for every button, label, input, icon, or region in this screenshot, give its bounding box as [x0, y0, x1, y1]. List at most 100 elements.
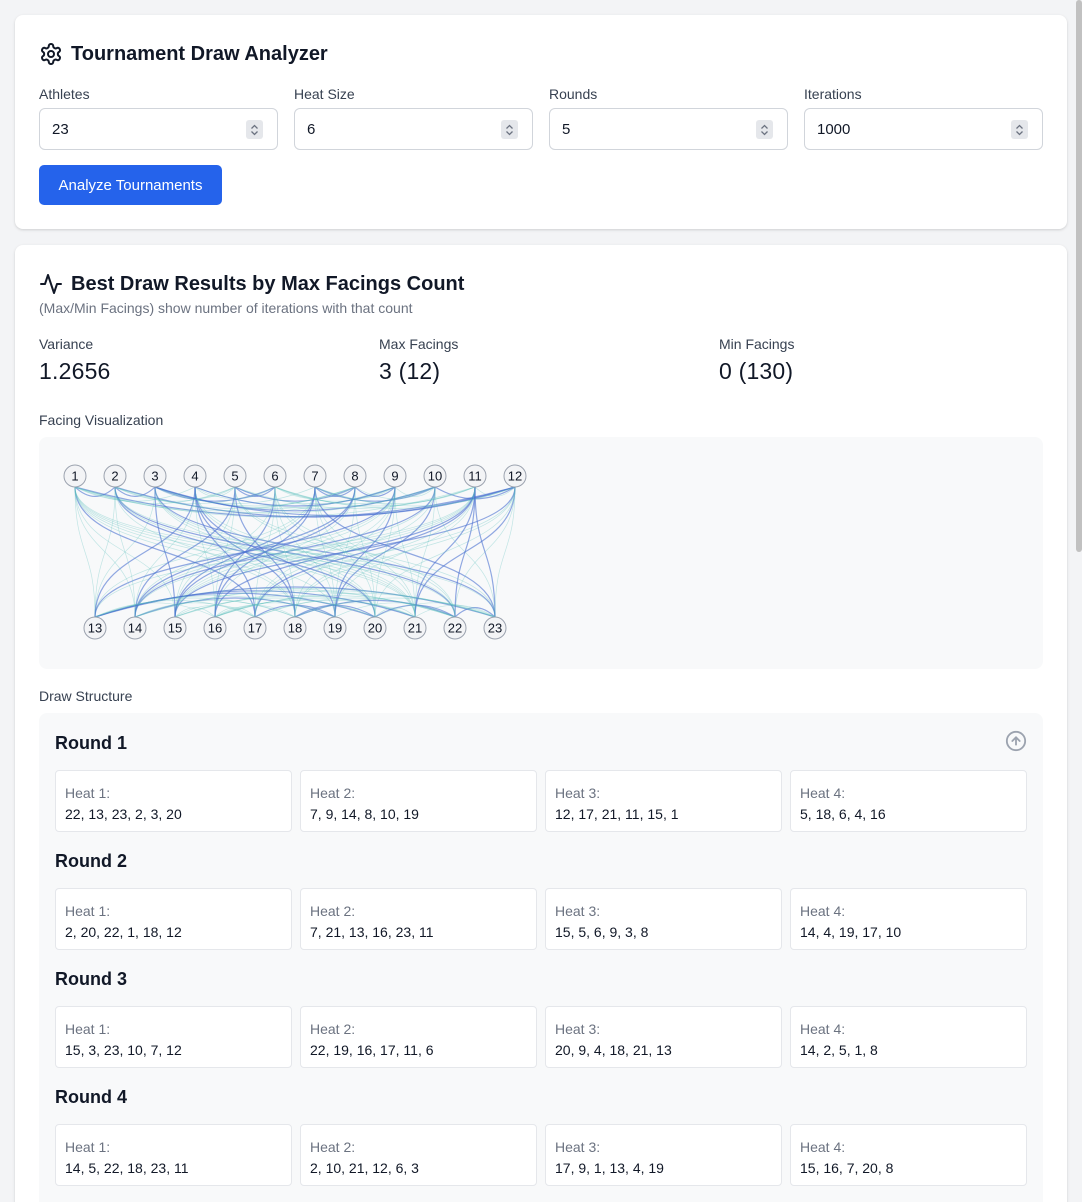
config-card: Tournament Draw Analyzer Athletes Heat S… — [15, 15, 1067, 229]
heat-name: Heat 1: — [65, 785, 111, 801]
athlete-node: 19 — [323, 616, 347, 640]
athletes-label: Athletes — [39, 86, 90, 102]
athlete-node-label: 2 — [111, 469, 118, 484]
athlete-node-label: 13 — [88, 621, 102, 636]
heats-row: Heat 1: 15, 3, 23, 10, 7, 12 Heat 2: 22, 1… — [55, 1006, 1027, 1068]
athlete-node: 5 — [223, 464, 247, 488]
heats-row: Heat 1: 2, 20, 22, 1, 18, 12 Heat 2: 7, 21… — [55, 888, 1027, 950]
athlete-node: 3 — [143, 464, 167, 488]
heat-card: Heat 2: 7, 9, 14, 8, 10, 19 — [300, 770, 537, 832]
athlete-node: 8 — [343, 464, 367, 488]
variance-value: 1.2656 — [39, 358, 111, 384]
heat-athletes: 7, 9, 14, 8, 10, 19 — [310, 806, 419, 822]
athlete-node: 16 — [203, 616, 227, 640]
athlete-node-label: 16 — [208, 621, 222, 636]
heat-size-input[interactable] — [295, 109, 532, 149]
heat-name: Heat 1: — [65, 903, 111, 919]
page-scrollbar[interactable] — [1076, 0, 1082, 552]
heat-athletes: 14, 4, 19, 17, 10 — [800, 924, 902, 940]
heat-athletes: 2, 10, 21, 12, 6, 3 — [310, 1160, 419, 1176]
max-facings-stat: Max Facings 3 (12) — [379, 336, 458, 385]
heat-name: Heat 4: — [800, 1139, 846, 1155]
config-title: Tournament Draw Analyzer — [39, 42, 328, 66]
stepper-arrows-icon — [1016, 124, 1023, 135]
athlete-node: 20 — [363, 616, 387, 640]
heat-name: Heat 1: — [65, 1021, 111, 1037]
heat-card: Heat 3: 12, 17, 21, 11, 15, 1 — [545, 770, 782, 832]
rounds-stepper[interactable] — [756, 120, 773, 139]
round-1: Round 1 Heat 1: 22, 13, 23, 2, 3, 20 Heat… — [55, 733, 1027, 832]
heat-athletes: 22, 19, 16, 17, 11, 6 — [310, 1042, 434, 1058]
athlete-node-label: 4 — [191, 469, 198, 484]
heat-athletes: 2, 20, 22, 1, 18, 12 — [65, 924, 182, 940]
heat-size-stepper[interactable] — [501, 120, 518, 139]
heat-name: Heat 4: — [800, 1021, 846, 1037]
iterations-label: Iterations — [804, 86, 862, 102]
heat-athletes: 22, 13, 23, 2, 3, 20 — [65, 806, 182, 822]
heat-card: Heat 4: 14, 2, 5, 1, 8 — [790, 1006, 1027, 1068]
athlete-node-label: 3 — [151, 469, 158, 484]
athlete-node: 17 — [243, 616, 267, 640]
heat-name: Heat 3: — [555, 1021, 601, 1037]
heat-name: Heat 4: — [800, 785, 846, 801]
athlete-node-label: 19 — [328, 621, 342, 636]
facing-graph: 1 2 3 4 5 6 7 8 9 10 11 1213 14 15 16 17 18 19 20 21 22 23 — [63, 464, 527, 640]
athlete-node: 9 — [383, 464, 407, 488]
athlete-node-label: 22 — [448, 621, 462, 636]
athlete-node: 7 — [303, 464, 327, 488]
variance-stat: Variance 1.2656 — [39, 336, 111, 385]
round-title: Round 1 — [55, 733, 127, 753]
iterations-field: Iterations — [804, 86, 1043, 150]
round-2: Round 2 Heat 1: 2, 20, 22, 1, 18, 12 Heat… — [55, 851, 1027, 950]
max-facings-value: 3 (12) — [379, 358, 441, 384]
heat-card: Heat 1: 2, 20, 22, 1, 18, 12 — [55, 888, 292, 950]
athlete-node-label: 12 — [508, 469, 522, 484]
athletes-input[interactable] — [40, 109, 277, 149]
heat-athletes: 17, 9, 1, 13, 4, 19 — [555, 1160, 664, 1176]
heat-name: Heat 3: — [555, 903, 601, 919]
athlete-node-label: 11 — [468, 469, 482, 484]
iterations-input[interactable] — [805, 109, 1042, 149]
heat-size-input-box — [294, 108, 533, 150]
athlete-node-label: 10 — [428, 469, 442, 484]
heat-athletes: 14, 2, 5, 1, 8 — [800, 1042, 878, 1058]
round-title: Round 4 — [55, 1087, 127, 1107]
athletes-input-box — [39, 108, 278, 150]
athletes-field: Athletes — [39, 86, 278, 150]
iterations-stepper[interactable] — [1011, 120, 1028, 139]
round-title: Round 3 — [55, 969, 127, 989]
stepper-arrows-icon — [506, 124, 513, 135]
heat-athletes: 20, 9, 4, 18, 21, 13 — [555, 1042, 672, 1058]
rounds-input[interactable] — [550, 109, 787, 149]
heat-name: Heat 2: — [310, 1021, 356, 1037]
heat-card: Heat 2: 7, 21, 13, 16, 23, 11 — [300, 888, 537, 950]
rounds-field: Rounds — [549, 86, 788, 150]
athlete-node: 4 — [183, 464, 207, 488]
round-3: Round 3 Heat 1: 15, 3, 23, 10, 7, 12 Heat… — [55, 969, 1027, 1068]
athlete-node: 23 — [483, 616, 507, 640]
heat-card: Heat 4: 15, 16, 7, 20, 8 — [790, 1124, 1027, 1186]
min-facings-value: 0 (130) — [719, 358, 794, 384]
athlete-node-label: 8 — [351, 469, 358, 484]
heat-athletes: 12, 17, 21, 11, 15, 1 — [555, 806, 679, 822]
heat-name: Heat 2: — [310, 903, 356, 919]
athlete-node-label: 21 — [408, 621, 422, 636]
athlete-node-label: 6 — [271, 469, 278, 484]
heat-card: Heat 3: 20, 9, 4, 18, 21, 13 — [545, 1006, 782, 1068]
rounds-input-box — [549, 108, 788, 150]
analyze-tournaments-button[interactable]: Analyze Tournaments — [39, 165, 222, 205]
config-title-text: Tournament Draw Analyzer — [71, 42, 328, 65]
heats-row: Heat 1: 14, 5, 22, 18, 23, 11 Heat 2: 2, 1… — [55, 1124, 1027, 1186]
athlete-node-label: 15 — [168, 621, 182, 636]
heat-card: Heat 1: 15, 3, 23, 10, 7, 12 — [55, 1006, 292, 1068]
heat-card: Heat 2: 2, 10, 21, 12, 6, 3 — [300, 1124, 537, 1186]
variance-label: Variance — [39, 336, 94, 352]
athlete-node: 22 — [443, 616, 467, 640]
results-title-text: Best Draw Results by Max Facings Count — [71, 272, 465, 295]
athletes-stepper[interactable] — [246, 120, 263, 139]
athlete-node-label: 18 — [288, 621, 302, 636]
heat-card: Heat 3: 17, 9, 1, 13, 4, 19 — [545, 1124, 782, 1186]
heat-athletes: 15, 3, 23, 10, 7, 12 — [65, 1042, 182, 1058]
heats-row: Heat 1: 22, 13, 23, 2, 3, 20 Heat 2: 7, 9,… — [55, 770, 1027, 832]
min-facings-label: Min Facings — [719, 336, 795, 352]
